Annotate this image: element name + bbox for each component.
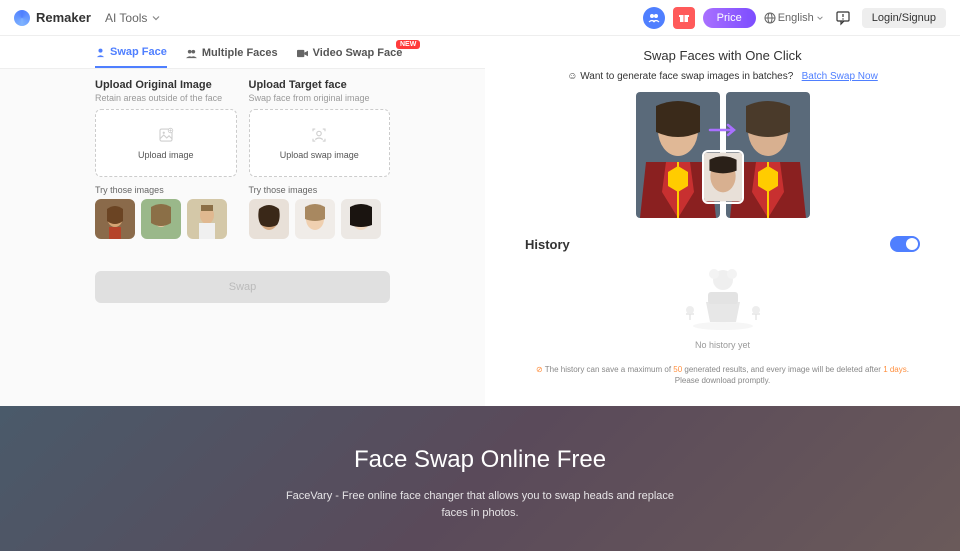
tab-label: Swap Face bbox=[110, 46, 167, 58]
person-icon bbox=[95, 47, 106, 58]
upload-icon bbox=[157, 126, 175, 144]
right-panel-title: Swap Faces with One Click bbox=[525, 48, 920, 63]
empty-state-icon bbox=[678, 262, 768, 332]
ai-tools-dropdown[interactable]: AI Tools bbox=[105, 11, 161, 25]
hero-title: Face Swap Online Free bbox=[20, 446, 940, 474]
smile-icon: ☺ bbox=[567, 71, 577, 82]
globe-icon bbox=[764, 12, 776, 24]
new-badge: NEW bbox=[396, 40, 420, 49]
brand-name: Remaker bbox=[36, 10, 91, 25]
upload-original-col: Upload Original Image Retain areas outsi… bbox=[95, 79, 237, 239]
login-button[interactable]: Login/Signup bbox=[862, 8, 946, 28]
history-toggle[interactable] bbox=[890, 236, 920, 252]
chevron-down-icon bbox=[816, 14, 824, 22]
drop-label: Upload image bbox=[138, 150, 194, 160]
hero: Face Swap Online Free FaceVary - Free on… bbox=[0, 406, 960, 551]
note-text-1: The history can save a maximum of bbox=[545, 365, 674, 374]
logo[interactable]: Remaker bbox=[14, 10, 91, 26]
no-history-text: No history yet bbox=[525, 340, 920, 350]
face-upload-icon bbox=[310, 126, 328, 144]
sample-thumbs-target bbox=[249, 199, 391, 239]
drop-label: Upload swap image bbox=[280, 150, 359, 160]
language-selector[interactable]: English bbox=[764, 12, 824, 24]
batch-line: ☺ Want to generate face swap images in b… bbox=[525, 71, 920, 82]
upload-title: Upload Original Image bbox=[95, 79, 237, 91]
sample-thumb[interactable] bbox=[141, 199, 181, 239]
sample-thumb[interactable] bbox=[187, 199, 227, 239]
ai-tools-label: AI Tools bbox=[105, 11, 147, 25]
tab-label: Video Swap Face bbox=[313, 47, 403, 59]
demo-overlay-face bbox=[702, 150, 744, 204]
upload-subtitle: Swap face from original image bbox=[249, 93, 391, 103]
upload-title: Upload Target face bbox=[249, 79, 391, 91]
language-label: English bbox=[778, 12, 814, 24]
hero-subtitle: FaceVary - Free online face changer that… bbox=[280, 488, 680, 521]
header-right: Price English Login/Signup bbox=[643, 7, 946, 29]
note-text-2: generated results, and every image will … bbox=[682, 365, 883, 374]
upload-target-dropzone[interactable]: Upload swap image bbox=[249, 109, 391, 177]
header-left: Remaker AI Tools bbox=[14, 10, 161, 26]
upload-target-col: Upload Target face Swap face from origin… bbox=[249, 79, 391, 239]
sample-thumb[interactable] bbox=[341, 199, 381, 239]
sample-thumbs-original bbox=[95, 199, 237, 239]
tab-multiple-faces[interactable]: Multiple Faces bbox=[185, 46, 278, 68]
tab-swap-face[interactable]: Swap Face bbox=[95, 46, 167, 68]
swap-button[interactable]: Swap bbox=[95, 271, 390, 303]
people-icon bbox=[185, 48, 198, 59]
tabs: Swap Face Multiple Faces Video Swap Face… bbox=[0, 36, 485, 69]
note-max: 50 bbox=[673, 365, 682, 374]
upload-original-dropzone[interactable]: Upload image bbox=[95, 109, 237, 177]
feedback-icon[interactable] bbox=[832, 7, 854, 29]
video-icon bbox=[296, 48, 309, 59]
community-icon[interactable] bbox=[643, 7, 665, 29]
history-title: History bbox=[525, 237, 570, 252]
header: Remaker AI Tools Price English Login/Sig… bbox=[0, 0, 960, 36]
chevron-down-icon bbox=[151, 13, 161, 23]
upload-subtitle: Retain areas outside of the face bbox=[95, 93, 237, 103]
history-note: ⊘ The history can save a maximum of 50 g… bbox=[525, 364, 920, 386]
gift-icon[interactable] bbox=[673, 7, 695, 29]
left-panel: Swap Face Multiple Faces Video Swap Face… bbox=[0, 36, 485, 406]
tab-label: Multiple Faces bbox=[202, 47, 278, 59]
price-button[interactable]: Price bbox=[703, 8, 756, 28]
sample-thumb[interactable] bbox=[249, 199, 289, 239]
logo-icon bbox=[14, 10, 30, 26]
sample-thumb[interactable] bbox=[95, 199, 135, 239]
arrow-icon bbox=[708, 122, 738, 138]
tab-video-swap[interactable]: Video Swap Face NEW bbox=[296, 46, 403, 68]
upload-row: Upload Original Image Retain areas outsi… bbox=[0, 69, 485, 249]
sample-thumb[interactable] bbox=[295, 199, 335, 239]
warning-icon: ⊘ bbox=[536, 365, 543, 374]
history-header: History bbox=[525, 236, 920, 252]
right-panel: Swap Faces with One Click ☺ Want to gene… bbox=[485, 36, 960, 406]
note-days: 1 days bbox=[883, 365, 907, 374]
try-label: Try those images bbox=[249, 185, 391, 195]
try-label: Try those images bbox=[95, 185, 237, 195]
empty-history: No history yet bbox=[525, 262, 920, 350]
demo-image bbox=[525, 92, 920, 218]
batch-swap-link[interactable]: Batch Swap Now bbox=[802, 71, 878, 82]
batch-question: Want to generate face swap images in bat… bbox=[580, 71, 793, 82]
main: Swap Face Multiple Faces Video Swap Face… bbox=[0, 36, 960, 406]
